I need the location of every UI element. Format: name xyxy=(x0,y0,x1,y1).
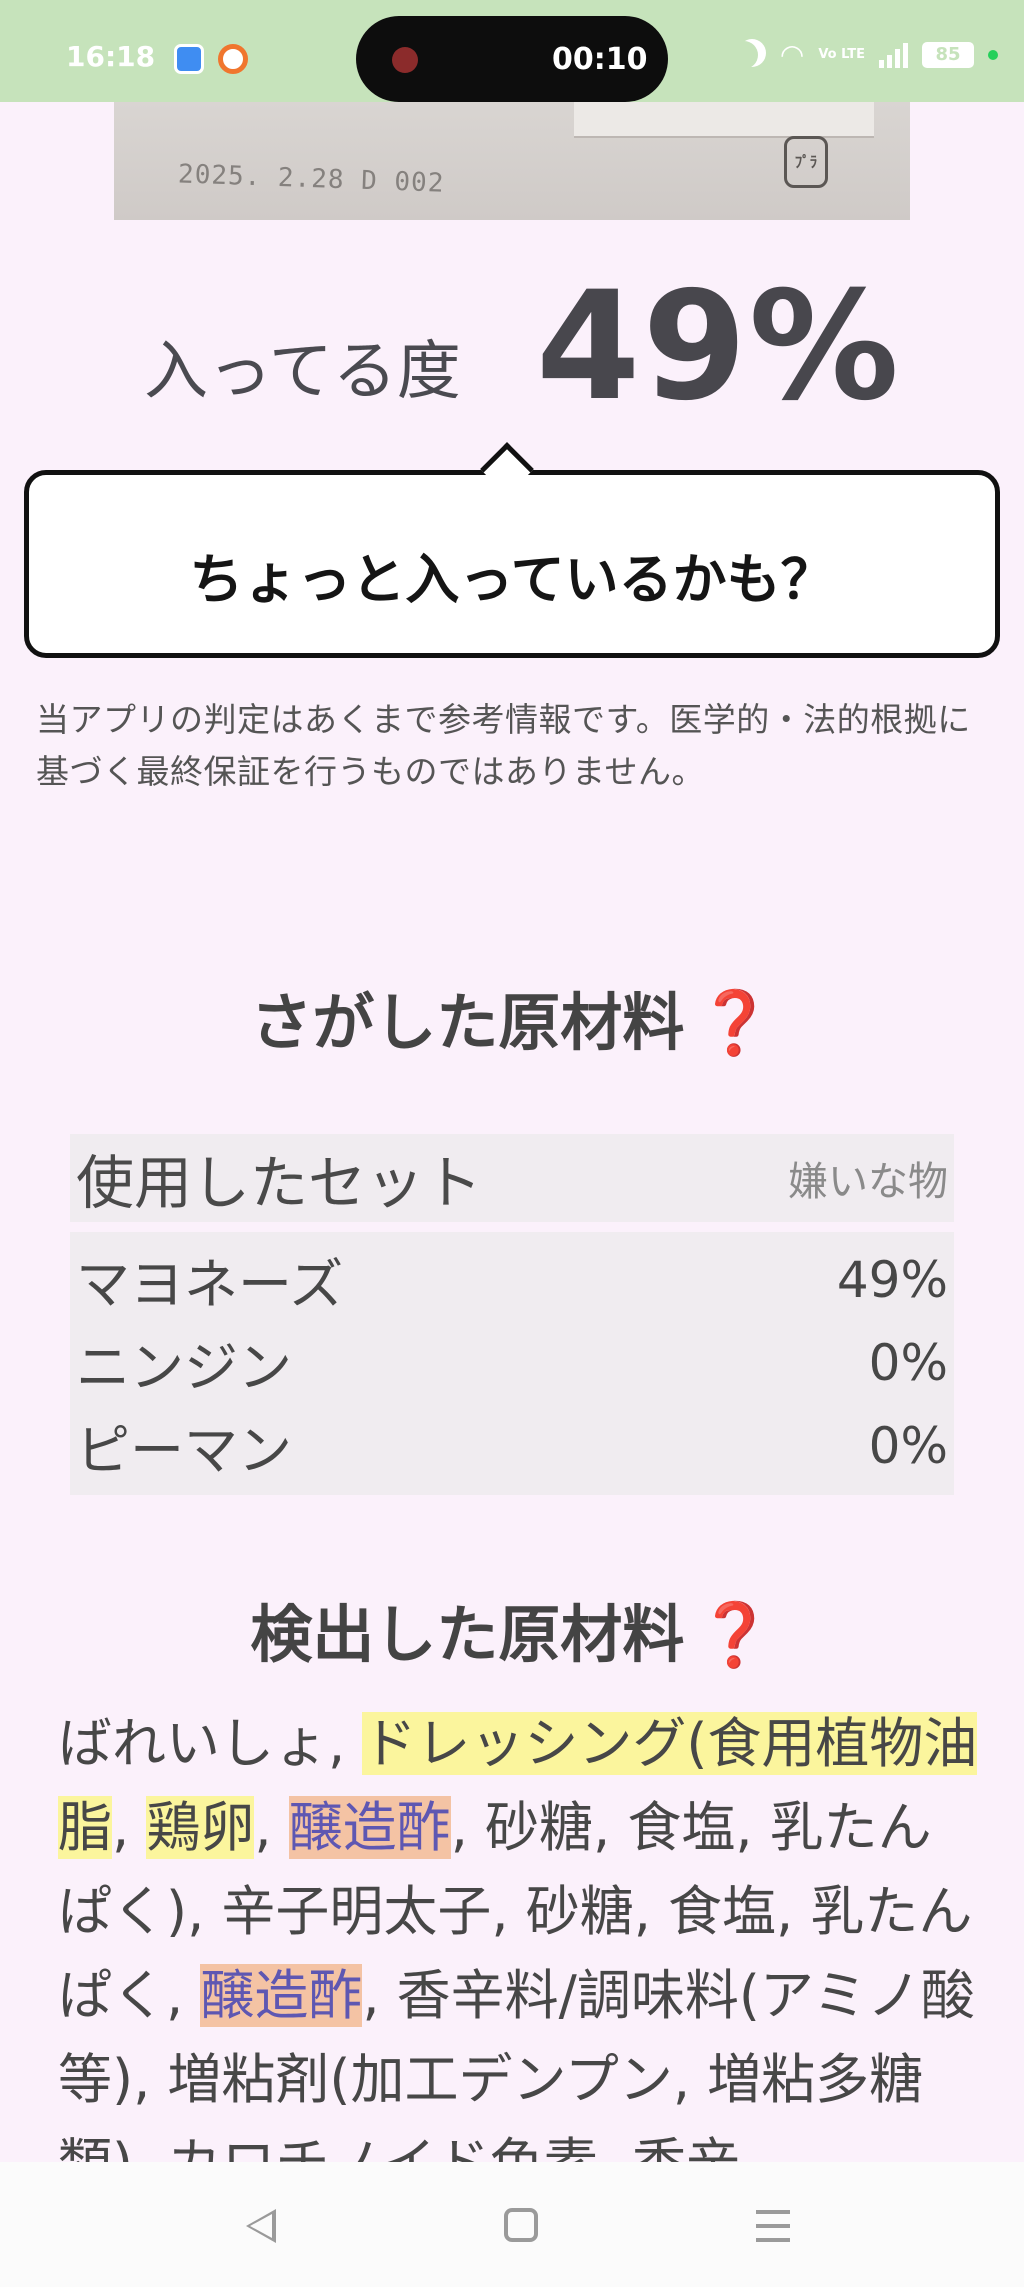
ingredient-percent: 0% xyxy=(868,1416,948,1475)
recording-timer: 00:10 xyxy=(552,42,648,77)
table-row: マヨネーズ 49% xyxy=(76,1238,948,1321)
ingredient-name: ニンジン xyxy=(76,1336,292,1399)
product-photo: 2025. 2.28 D 002 ﾌﾟﾗ xyxy=(114,102,910,220)
help-icon[interactable]: ❓ xyxy=(696,1598,773,1671)
plastic-recycle-icon: ﾌﾟﾗ xyxy=(784,136,828,188)
package-label xyxy=(574,102,874,138)
searched-title-text: さがした原材料 xyxy=(250,986,685,1059)
status-bar: 16:18 00:10 ◠ Vo LTE 85 xyxy=(0,0,1024,102)
set-header[interactable]: 使用したセット 嫌いな物 xyxy=(70,1134,954,1222)
searched-table: 使用したセット 嫌いな物 マヨネーズ 49% ニンジン 0% ピーマン 0% xyxy=(70,1134,954,1495)
table-row: ピーマン 0% xyxy=(76,1404,948,1487)
score-row: 入ってる度 49% xyxy=(0,260,1024,434)
ingredient-name: マヨネーズ xyxy=(76,1253,344,1316)
help-icon[interactable]: ❓ xyxy=(696,986,773,1059)
score-value: 49% xyxy=(536,260,902,434)
app-notification-icon xyxy=(174,44,204,74)
ingredient-name: ピーマン xyxy=(76,1419,292,1482)
set-rows: マヨネーズ 49% ニンジン 0% ピーマン 0% xyxy=(70,1232,954,1495)
ingredient-percent: 0% xyxy=(868,1333,948,1392)
volte-icon: Vo LTE xyxy=(818,47,865,62)
ingredient-percent: 49% xyxy=(836,1250,948,1309)
verdict-bubble: ちょっと入っているかも？ xyxy=(24,470,1000,658)
home-icon[interactable] xyxy=(504,2208,538,2242)
ingredient-segment: ばれいしょ, xyxy=(58,1712,363,1775)
signal-icon xyxy=(879,42,908,68)
highlighted-ingredient: 醸造酢 xyxy=(288,1796,451,1859)
app-notification-circle-icon xyxy=(218,44,248,74)
clock: 16:18 xyxy=(66,40,156,73)
searched-section-title: さがした原材料 ❓ xyxy=(0,972,1024,1062)
detected-section-title: 検出した原材料 ❓ xyxy=(0,1584,1024,1674)
table-row: ニンジン 0% xyxy=(76,1321,948,1404)
do-not-disturb-icon xyxy=(730,41,758,69)
detected-ingredients-text: ばれいしょ, ドレッシング(食用植物油脂, 鶏卵, 醸造酢, 砂糖, 食塩, 乳… xyxy=(58,1702,978,2162)
set-label: 使用したセット xyxy=(76,1149,483,1217)
verdict-text: ちょっと入っているかも？ xyxy=(189,548,835,611)
battery-icon: 85 xyxy=(922,41,974,68)
score-label: 入ってる度 xyxy=(144,335,461,409)
highlighted-ingredient: 醸造酢 xyxy=(200,1964,363,2027)
back-icon[interactable] xyxy=(246,2209,276,2243)
wifi-icon: ◠ xyxy=(779,38,805,71)
status-icons: ◠ Vo LTE 85 xyxy=(738,38,998,71)
highlighted-ingredient: 鶏卵 xyxy=(146,1796,255,1859)
menu-icon[interactable] xyxy=(756,2210,790,2252)
record-dot-icon xyxy=(392,47,418,73)
ingredient-segment: , xyxy=(254,1796,289,1859)
photo-printed-date: 2025. 2.28 D 002 xyxy=(177,159,445,199)
disclaimer: 当アプリの判定はあくまで参考情報です。医学的・法的根拠に基づく最終保証を行うもの… xyxy=(36,700,971,791)
screen-recorder-pill[interactable]: 00:10 xyxy=(356,16,668,102)
system-nav-bar xyxy=(0,2162,1024,2287)
detected-title-text: 検出した原材料 xyxy=(250,1598,685,1671)
privacy-indicator-icon xyxy=(988,49,998,60)
set-name: 嫌いな物 xyxy=(788,1159,948,1205)
ingredient-segment: , xyxy=(112,1796,147,1859)
